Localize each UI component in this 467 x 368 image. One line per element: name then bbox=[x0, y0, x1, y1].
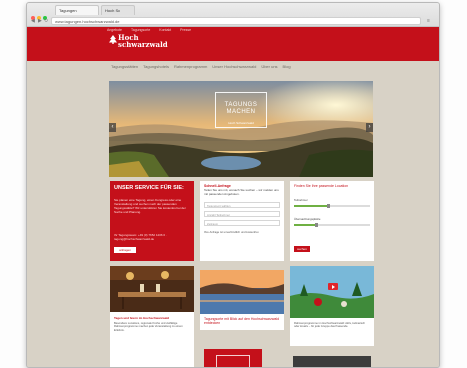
fir-tree-icon bbox=[109, 35, 117, 44]
back-icon[interactable]: ◀ bbox=[31, 18, 35, 24]
nav-item-rahmenprogramm[interactable]: Rahmenprogramm bbox=[174, 64, 207, 69]
teaser-3-text: Rahmenprogramme im Hochschwarzwald: Akti… bbox=[294, 322, 366, 329]
top-links: Angebote Tagungsorte Kontakt Presse bbox=[107, 28, 367, 32]
teaser-1-text: Besondere Locations, regionale Küche und… bbox=[114, 322, 183, 332]
nav-item-tagungshotels[interactable]: Tagungshotels bbox=[143, 64, 169, 69]
toplink-presse[interactable]: Presse bbox=[180, 28, 191, 32]
toplink-tagungsorte[interactable]: Tagungsorte bbox=[131, 28, 150, 32]
address-row: ◀ ▶ ↻ www.tagungen.hochschwarzwald.de ≡ bbox=[27, 16, 439, 27]
logo-text: Hoch schwarzwald bbox=[118, 34, 168, 48]
form-note: Ihre Anfrage ist unverbindlich und koste… bbox=[204, 230, 260, 234]
location-select[interactable]: Tagungsort wählen bbox=[204, 202, 280, 208]
participants-field[interactable]: Anzahl Teilnehmer bbox=[204, 211, 280, 217]
overnight-slider-handle[interactable] bbox=[315, 223, 319, 227]
toplink-kontakt[interactable]: Kontakt bbox=[159, 28, 171, 32]
nav-item-blog[interactable]: Blog bbox=[283, 64, 291, 69]
hero-title-frame: TAGUNGS MACHEN Hoch Schwarzwald bbox=[215, 92, 267, 128]
finder-search-button[interactable]: suchen bbox=[294, 246, 310, 252]
hero-title-line-1: TAGUNGS bbox=[224, 102, 258, 108]
toplink-angebote[interactable]: Angebote bbox=[107, 28, 122, 32]
webpage: Angebote Tagungsorte Kontakt Presse Hoch sc… bbox=[27, 27, 439, 367]
browser-tab[interactable]: Hoch Sc bbox=[101, 5, 135, 15]
lake-photo bbox=[200, 270, 284, 314]
slider-next-icon[interactable]: › bbox=[366, 123, 373, 132]
form-intro: Teilen Sie uns mit, wonach Sie suchen – … bbox=[204, 188, 279, 196]
restaurant-photo bbox=[110, 266, 194, 312]
slider-prev-icon[interactable]: ‹ bbox=[109, 123, 116, 132]
teaser-card-video[interactable]: Rahmenprogramme im Hochschwarzwald: Akti… bbox=[290, 266, 374, 346]
stage: Tagungen Hoch Sc ◀ ▶ ↻ www.tagungen.hoch… bbox=[0, 0, 467, 368]
forward-icon[interactable]: ▶ bbox=[38, 18, 42, 24]
finder-heading: Finden Sie Ihre passende Location bbox=[294, 184, 349, 188]
teaser-2-link[interactable]: Tagungsorte mit Blick auf den Hochschwar… bbox=[204, 317, 280, 325]
nav-item-unser-hochschwarzwald[interactable]: Unser Hochschwarzwald bbox=[212, 64, 256, 69]
quick-request-card: Schnell-Anfrage Teilen Sie uns mit, wona… bbox=[200, 181, 284, 261]
participants-slider-handle[interactable] bbox=[326, 204, 330, 208]
participants-slider-fill bbox=[294, 205, 329, 207]
teaser-card-event[interactable]: Tagen und feiern im Hochschwarzwald Beso… bbox=[110, 266, 194, 367]
footer-preview-strip bbox=[293, 356, 371, 367]
service-request-button[interactable]: anfragen bbox=[114, 247, 136, 253]
hero-subtitle: Hoch Schwarzwald bbox=[228, 121, 254, 125]
service-title: UNSER SERVICE FÜR SIE: bbox=[114, 185, 184, 191]
browser-tab-active[interactable]: Tagungen bbox=[55, 5, 99, 15]
promo-frame bbox=[216, 355, 250, 367]
nav-item-ueber-uns[interactable]: Über uns bbox=[261, 64, 277, 69]
logo-line-2: schwarzwald bbox=[118, 40, 168, 49]
hero-title-line-2: MACHEN bbox=[226, 109, 256, 115]
overnight-slider-fill bbox=[294, 224, 317, 226]
overnight-slider[interactable] bbox=[294, 223, 370, 227]
reload-icon[interactable]: ↻ bbox=[44, 18, 48, 24]
overnight-label: Übernachtungsplätze bbox=[294, 217, 321, 221]
browser-chrome: Tagungen Hoch Sc ◀ ▶ ↻ www.tagungen.hoch… bbox=[27, 3, 439, 27]
teaser-1-title: Tagen und feiern im Hochschwarzwald bbox=[114, 316, 170, 320]
browser-window: Tagungen Hoch Sc ◀ ▶ ↻ www.tagungen.hoch… bbox=[26, 2, 440, 368]
participants-slider[interactable] bbox=[294, 204, 370, 208]
participants-label: Teilnehmer bbox=[294, 198, 308, 202]
site-header: Angebote Tagungsorte Kontakt Presse Hoch sc… bbox=[27, 27, 439, 61]
address-bar[interactable]: www.tagungen.hochschwarzwald.de bbox=[51, 17, 421, 25]
hero-title: TAGUNGS MACHEN bbox=[216, 102, 266, 116]
location-finder-card: Finden Sie Ihre passende Location Teilne… bbox=[290, 181, 374, 261]
date-range-field[interactable]: Zeitraum bbox=[204, 220, 280, 226]
nav-item-tagungsstaetten[interactable]: Tagungsstätten bbox=[111, 64, 138, 69]
service-text: Sie planen eine Tagung, einen Kongress o… bbox=[114, 198, 186, 214]
tagungen-promo-tile[interactable] bbox=[204, 349, 262, 367]
main-navigation: Tagungsstätten Tagungshotels Rahmenprogram… bbox=[111, 64, 361, 69]
teaser-card-lake[interactable]: Tagungsorte mit Blick auf den Hochschwar… bbox=[200, 270, 284, 330]
service-contact-link[interactable]: Ihr Tagungsteam: +49 (0) 7652 1206 0 · t… bbox=[114, 233, 190, 241]
hero-slider[interactable]: TAGUNGS MACHEN Hoch Schwarzwald ‹ › bbox=[109, 81, 373, 177]
play-video-icon[interactable] bbox=[328, 283, 338, 290]
browser-menu-icon[interactable]: ≡ bbox=[427, 18, 430, 24]
video-thumbnail bbox=[290, 266, 374, 318]
service-card: UNSER SERVICE FÜR SIE: Sie planen eine T… bbox=[110, 181, 194, 261]
